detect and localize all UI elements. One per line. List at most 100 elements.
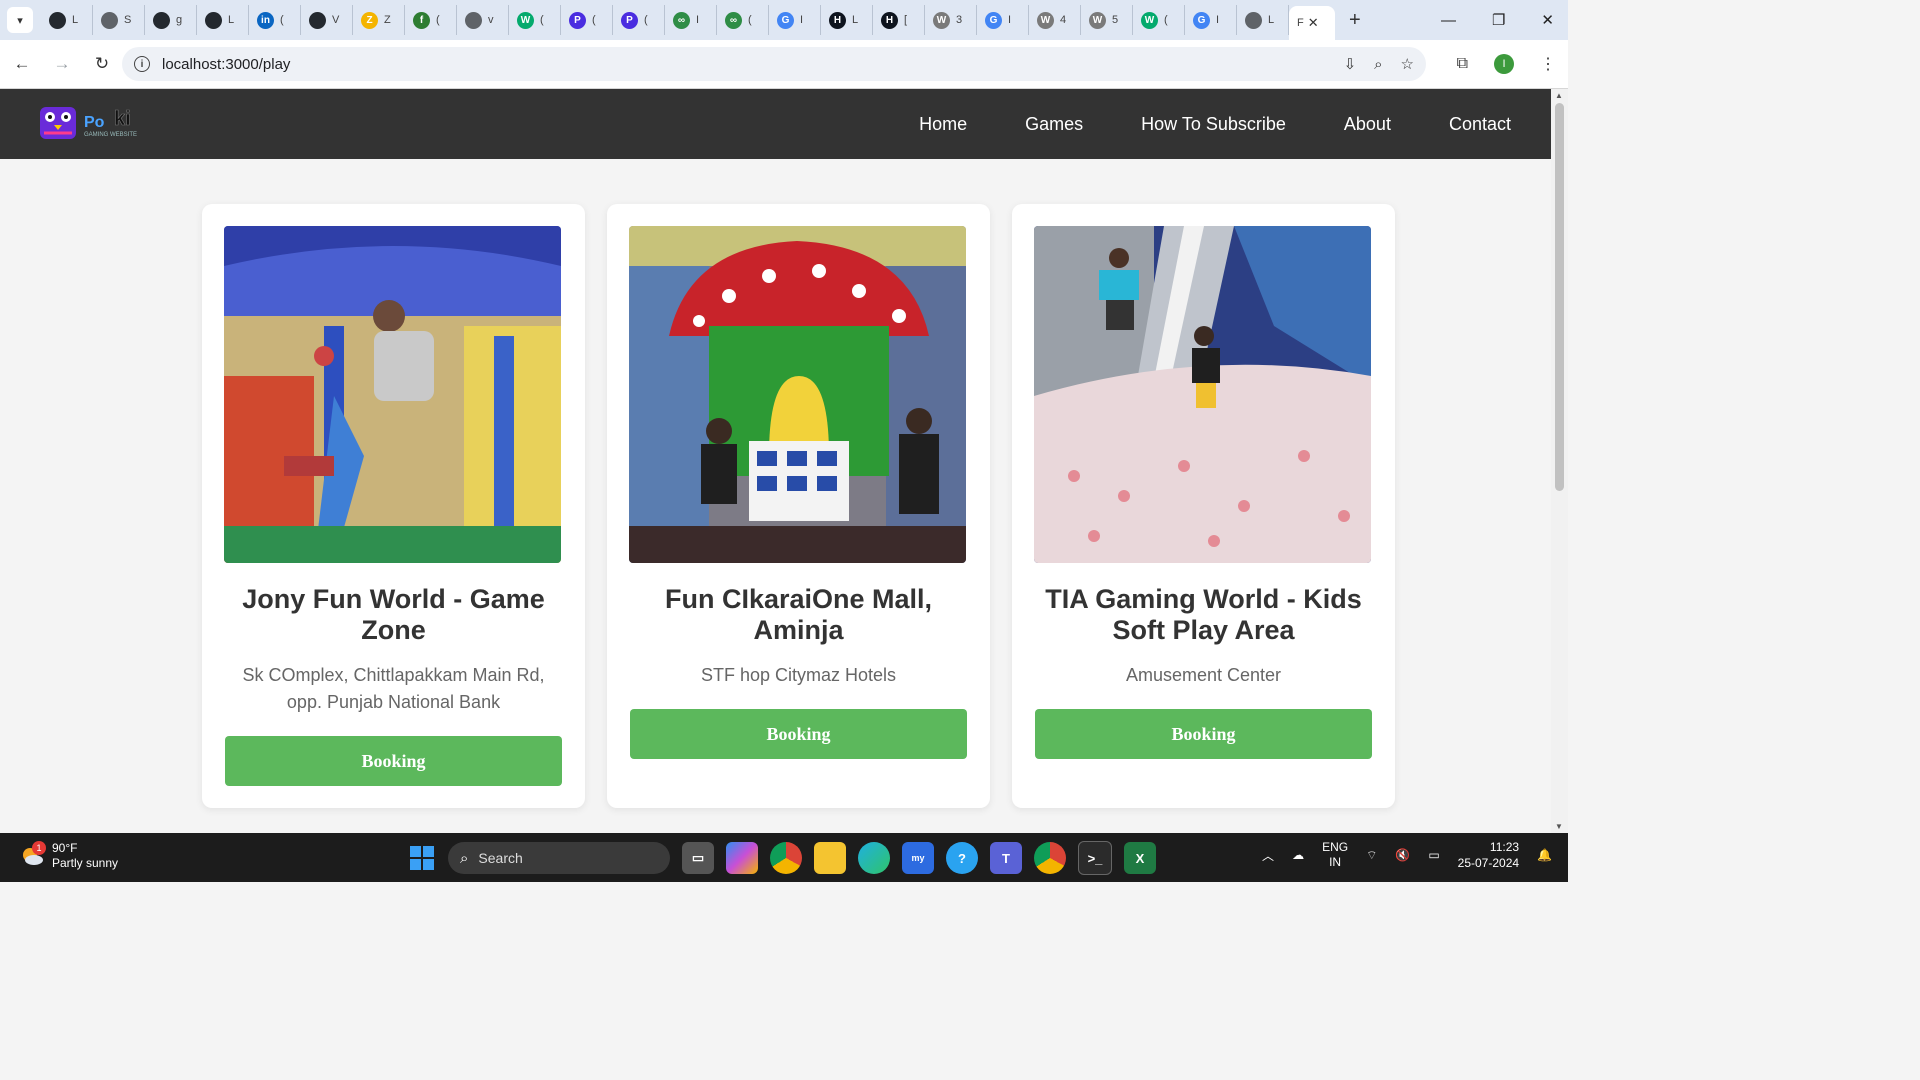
- browser-menu-icon[interactable]: ⋮: [1540, 54, 1556, 74]
- nav-home[interactable]: Home: [919, 114, 967, 135]
- close-window-icon[interactable]: ✕: [1541, 11, 1554, 29]
- tab-close-icon[interactable]: ✕: [1308, 15, 1319, 31]
- browser-tab[interactable]: GI: [769, 5, 821, 35]
- new-tab-button[interactable]: +: [1349, 9, 1361, 32]
- github-icon: [49, 11, 66, 29]
- system-tray: ︿ ☁ ENG IN ⌔ 🔇 ▭ 11:23 25-07-2024 🔔: [1262, 839, 1552, 871]
- bookmark-star-icon[interactable]: ☆: [1401, 55, 1414, 73]
- browser-tab[interactable]: W5: [1081, 5, 1133, 35]
- booking-button[interactable]: Booking: [1035, 709, 1372, 759]
- browser-tab-strip: ▾ L Sg Lin(V Z Zf(v W(P(P(∞ I ∞(G I H L H[W 3 G I W 4 W 5 W…: [0, 0, 1568, 40]
- notification-bell-icon[interactable]: 🔔: [1537, 848, 1552, 862]
- booking-button[interactable]: Booking: [630, 709, 967, 759]
- browser-tab[interactable]: H[: [873, 5, 925, 35]
- copilot-icon[interactable]: [726, 842, 758, 874]
- browser-tab[interactable]: GI: [1185, 5, 1237, 35]
- install-app-icon[interactable]: ⇩: [1344, 55, 1357, 73]
- profile-avatar[interactable]: I: [1494, 54, 1514, 74]
- tab-search-button[interactable]: ▾: [7, 7, 33, 33]
- wifi-icon[interactable]: ⌔: [1366, 848, 1377, 863]
- svg-text:Po: Po: [84, 114, 105, 131]
- browser-tab[interactable]: f(: [405, 5, 457, 35]
- scroll-down-icon[interactable]: ▼: [1555, 822, 1563, 831]
- browser-tab[interactable]: GI: [977, 5, 1029, 35]
- taskbar-search[interactable]: ⌕ Search: [448, 842, 670, 874]
- chrome-icon[interactable]: [770, 842, 802, 874]
- green-circle-icon: f: [413, 11, 430, 29]
- mysql-icon[interactable]: my: [902, 842, 934, 874]
- reload-button[interactable]: ↻: [84, 54, 120, 74]
- browser-tab-label: 4: [1060, 14, 1067, 26]
- help-icon[interactable]: ?: [946, 842, 978, 874]
- terminal-icon[interactable]: >_: [1078, 841, 1112, 875]
- nav-games[interactable]: Games: [1025, 114, 1083, 135]
- browser-tab[interactable]: ZZ: [353, 5, 405, 35]
- nav-contact[interactable]: Contact: [1449, 114, 1511, 135]
- onedrive-icon[interactable]: ☁: [1292, 848, 1304, 862]
- google-icon: G: [1193, 11, 1210, 29]
- browser-tab[interactable]: W(: [1133, 5, 1185, 35]
- browser-tab[interactable]: W3: [925, 5, 977, 35]
- weather-condition: Partly sunny: [52, 856, 119, 870]
- forward-button[interactable]: →: [44, 54, 80, 74]
- browser-tab[interactable]: V: [301, 5, 353, 35]
- browser-tab[interactable]: ∞(: [717, 5, 769, 35]
- hackerrank-icon: H: [881, 11, 898, 29]
- scroll-up-icon[interactable]: ▲: [1555, 91, 1563, 100]
- chrome-profile-icon[interactable]: [1034, 842, 1066, 874]
- browser-tab-label: L: [852, 14, 859, 26]
- browser-tab[interactable]: HL: [821, 5, 873, 35]
- chevron-up-icon[interactable]: ︿: [1262, 847, 1274, 864]
- browser-tab[interactable]: g: [145, 5, 197, 35]
- file-explorer-icon[interactable]: [814, 842, 846, 874]
- excel-icon[interactable]: X: [1124, 842, 1156, 874]
- volume-muted-icon[interactable]: 🔇: [1395, 848, 1410, 862]
- back-button[interactable]: ←: [4, 54, 40, 74]
- page-scrollbar[interactable]: ▲ ▼: [1551, 89, 1568, 833]
- tab-active[interactable]: F ✕: [1289, 6, 1335, 40]
- address-bar[interactable]: i localhost:3000/play ⇩ ⌕ ☆: [122, 47, 1426, 81]
- browser-tab[interactable]: L: [1237, 5, 1289, 35]
- browser-tab-label: (: [436, 14, 440, 26]
- clock[interactable]: 11:23 25-07-2024: [1458, 839, 1519, 871]
- teams-icon[interactable]: T: [990, 842, 1022, 874]
- browser-tab[interactable]: L: [197, 5, 249, 35]
- battery-icon[interactable]: ▭: [1428, 848, 1439, 862]
- linkedin-icon: in: [257, 11, 274, 29]
- browser-tab[interactable]: ∞ I: [665, 5, 717, 35]
- google-icon: G: [985, 11, 1002, 29]
- p-icon: P: [569, 11, 586, 29]
- task-view-icon[interactable]: ▭: [682, 842, 714, 874]
- booking-button[interactable]: Booking: [225, 736, 562, 786]
- browser-tab[interactable]: P(: [613, 5, 665, 35]
- w-icon: W: [1037, 11, 1054, 29]
- browser-tab[interactable]: v: [457, 5, 509, 35]
- site-logo[interactable]: Po ki GAMING WEBSITE: [38, 103, 148, 143]
- site-navbar: Po ki GAMING WEBSITE Home Games How To S…: [0, 89, 1551, 159]
- scrollbar-thumb[interactable]: [1555, 103, 1564, 491]
- zoom-icon[interactable]: ⌕: [1374, 56, 1382, 73]
- weather-widget[interactable]: 1 90°F Partly sunny: [20, 841, 118, 871]
- svg-text:GAMING WEBSITE: GAMING WEBSITE: [84, 132, 137, 138]
- minimize-icon[interactable]: —: [1441, 12, 1456, 29]
- nav-about[interactable]: About: [1344, 114, 1391, 135]
- browser-tab[interactable]: L: [41, 5, 93, 35]
- extensions-icon[interactable]: ⧉: [1457, 55, 1468, 73]
- browser-tab-label: V: [332, 14, 340, 26]
- browser-tab[interactable]: W4: [1029, 5, 1081, 35]
- edge-icon[interactable]: [858, 842, 890, 874]
- browser-tab[interactable]: S: [93, 5, 145, 35]
- restore-icon[interactable]: ❐: [1492, 11, 1505, 29]
- globe-icon: [465, 11, 482, 29]
- browser-tab[interactable]: in (: [249, 5, 301, 35]
- browser-tab-label: I: [696, 14, 700, 26]
- owl-logo-icon: Po ki GAMING WEBSITE: [40, 107, 137, 139]
- nav-how-to-subscribe[interactable]: How To Subscribe: [1141, 114, 1286, 135]
- browser-tab[interactable]: P(: [561, 5, 613, 35]
- browser-tab[interactable]: W(: [509, 5, 561, 35]
- language-indicator[interactable]: ENG IN: [1322, 840, 1348, 870]
- lang-code: ENG: [1322, 840, 1349, 854]
- site-info-icon[interactable]: i: [134, 56, 150, 72]
- windows-start-icon[interactable]: [410, 846, 434, 870]
- url-text[interactable]: localhost:3000/play: [162, 56, 290, 73]
